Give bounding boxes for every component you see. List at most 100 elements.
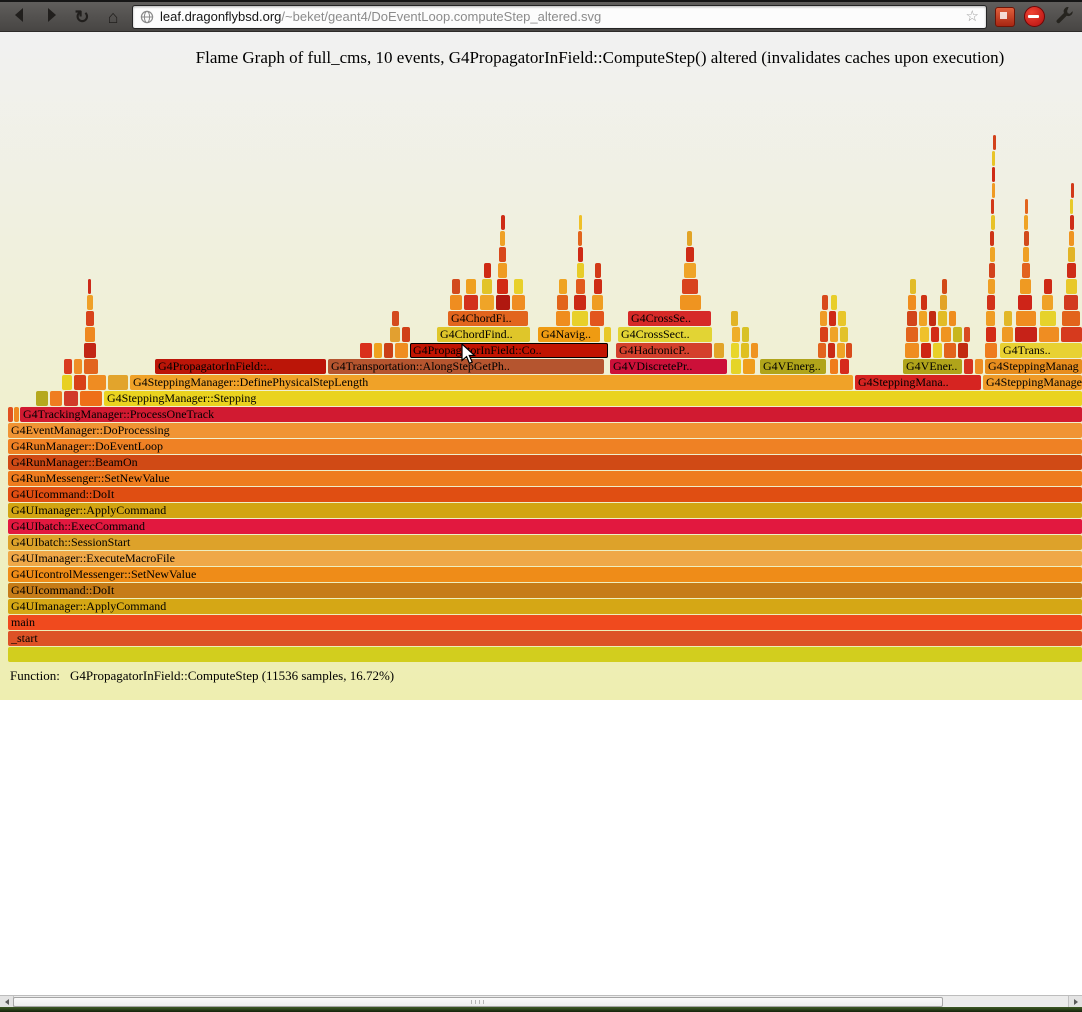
flame-frame[interactable] (987, 295, 995, 310)
flame-frame[interactable] (1067, 263, 1076, 278)
flame-frame[interactable] (392, 311, 399, 326)
flame-frame[interactable] (514, 279, 523, 294)
flame-frame[interactable]: G4Navig.. (538, 327, 600, 342)
flame-frame[interactable] (1066, 279, 1077, 294)
flame-frame[interactable] (64, 359, 72, 374)
flame-frame[interactable] (820, 311, 827, 326)
flame-frame[interactable]: _start (8, 631, 1082, 646)
flame-frame[interactable] (1018, 295, 1032, 310)
flame-frame[interactable] (572, 311, 588, 326)
flame-frame[interactable] (908, 295, 916, 310)
flame-frame[interactable] (992, 167, 995, 182)
flame-frame[interactable] (992, 183, 995, 198)
flame-frame[interactable] (743, 359, 755, 374)
flame-frame[interactable] (578, 231, 582, 246)
flame-frame[interactable] (933, 343, 942, 358)
flame-frame[interactable] (831, 295, 837, 310)
flame-frame[interactable] (1004, 311, 1012, 326)
flame-frame[interactable] (905, 343, 919, 358)
flame-frame[interactable] (590, 311, 604, 326)
flame-frame[interactable] (1064, 295, 1078, 310)
flame-frame[interactable] (1062, 311, 1080, 326)
flame-frame[interactable] (88, 375, 106, 390)
flame-frame[interactable] (500, 231, 505, 246)
flame-frame[interactable] (452, 279, 460, 294)
flame-frame[interactable] (36, 391, 48, 406)
flame-frame[interactable] (714, 343, 724, 358)
flame-frame[interactable] (578, 247, 583, 262)
flame-frame[interactable] (840, 327, 848, 342)
flame-frame[interactable]: G4PropagatorInField::.. (155, 359, 326, 374)
flame-frame[interactable]: G4VEnerg.. (760, 359, 826, 374)
flame-frame[interactable] (988, 279, 995, 294)
flame-frame[interactable]: G4UIcommand::DoIt (8, 583, 1082, 598)
flame-frame[interactable] (390, 327, 400, 342)
flame-frame[interactable] (87, 295, 93, 310)
flame-frame[interactable] (837, 343, 845, 358)
flame-frame[interactable] (1016, 311, 1036, 326)
flame-frame[interactable] (818, 343, 826, 358)
flame-frame[interactable] (941, 327, 951, 342)
flame-frame[interactable] (595, 263, 601, 278)
flame-frame[interactable] (512, 295, 525, 310)
flame-frame[interactable] (108, 375, 128, 390)
flame-frame[interactable] (910, 279, 916, 294)
flame-frame[interactable] (1069, 231, 1074, 246)
flame-frame[interactable] (687, 231, 692, 246)
flame-frame[interactable] (920, 327, 929, 342)
flame-frame[interactable]: G4UIcommand::DoIt (8, 487, 1082, 502)
flame-frame[interactable] (991, 199, 994, 214)
flame-frame[interactable]: G4VDiscretePr.. (610, 359, 727, 374)
flame-frame[interactable] (384, 343, 393, 358)
flame-frame[interactable] (1022, 263, 1030, 278)
flame-frame[interactable] (74, 359, 82, 374)
flame-frame[interactable] (450, 295, 462, 310)
flame-frame[interactable] (684, 263, 696, 278)
flame-frame[interactable] (732, 327, 740, 342)
flame-frame[interactable] (574, 295, 586, 310)
flame-frame[interactable]: G4SteppingManag (985, 359, 1082, 374)
flame-frame[interactable]: G4UIbatch::SessionStart (8, 535, 1082, 550)
flame-frame[interactable] (1025, 199, 1028, 214)
flame-frame[interactable] (992, 151, 995, 166)
flame-frame[interactable] (1002, 327, 1013, 342)
flame-frame[interactable] (989, 263, 995, 278)
flame-frame[interactable] (8, 407, 13, 422)
horizontal-scrollbar[interactable] (0, 995, 1082, 1007)
flame-frame[interactable] (829, 311, 836, 326)
flame-frame[interactable]: G4RunMessenger::SetNewValue (8, 471, 1082, 486)
flame-frame[interactable] (1061, 327, 1082, 342)
flame-frame[interactable] (991, 215, 995, 230)
flame-frame[interactable] (498, 263, 507, 278)
flame-frame[interactable] (742, 327, 749, 342)
flame-frame[interactable]: G4SteppingManage (983, 375, 1082, 390)
flame-frame[interactable] (944, 343, 956, 358)
flame-frame[interactable] (731, 343, 739, 358)
flame-frame[interactable] (497, 279, 508, 294)
flame-frame[interactable] (1042, 295, 1053, 310)
flame-frame[interactable] (1039, 327, 1059, 342)
flame-frame[interactable] (975, 359, 983, 374)
flame-frame[interactable] (374, 343, 382, 358)
flame-frame[interactable] (830, 327, 838, 342)
flame-frame[interactable] (1068, 247, 1075, 262)
flame-frame[interactable] (964, 327, 970, 342)
flame-frame[interactable] (1070, 199, 1073, 214)
extension-red-circle-icon[interactable] (1023, 6, 1045, 28)
flame-frame[interactable]: G4SteppingManager::Stepping (104, 391, 1082, 406)
flame-frame[interactable] (86, 311, 94, 326)
flame-frame[interactable] (402, 327, 410, 342)
flame-frame[interactable] (1070, 215, 1074, 230)
flame-frame[interactable]: G4Trans.. (1000, 343, 1082, 358)
scroll-right-button[interactable] (1068, 996, 1082, 1007)
flame-frame[interactable] (360, 343, 372, 358)
flame-frame[interactable] (466, 279, 476, 294)
extension-red-square-icon[interactable] (994, 6, 1016, 28)
forward-button[interactable] (39, 5, 63, 29)
bookmark-star-icon[interactable]: ☆ (966, 9, 979, 24)
flame-frame[interactable]: G4ChordFi.. (448, 311, 528, 326)
flame-frame[interactable] (741, 343, 749, 358)
flame-frame[interactable]: G4VEner.. (903, 359, 962, 374)
flame-frame[interactable] (680, 295, 701, 310)
flame-frame[interactable] (464, 295, 478, 310)
